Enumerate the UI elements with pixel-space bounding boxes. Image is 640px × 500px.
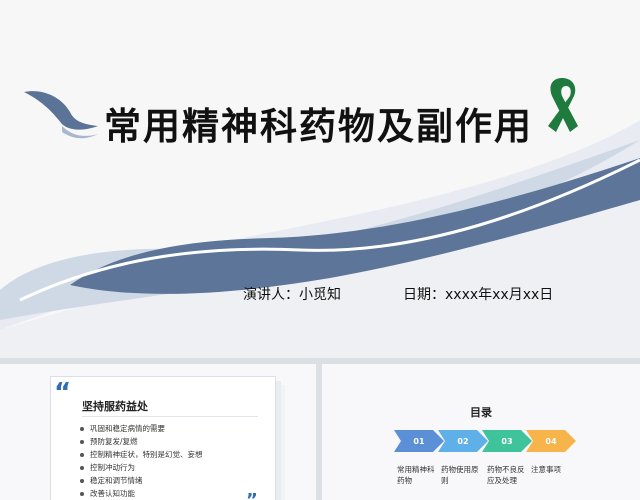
list-item: 控制精神症状，特别是幻觉、妄想 <box>80 448 203 461</box>
toc-step-04-chevron: 04 <box>526 430 576 452</box>
presenter-label: 演讲人：小觅知 <box>243 287 341 303</box>
list-item: 稳定和调节情绪 <box>80 474 203 487</box>
wave-decoration <box>0 120 640 358</box>
title-slide[interactable]: 常用精神科药物及副作用 演讲人：小觅知 日期：xxxx年xx月xx日 <box>0 0 640 358</box>
toc-step-01-chevron: 01 <box>394 430 444 452</box>
quote-open-icon: “ <box>54 378 72 408</box>
divider <box>82 416 258 417</box>
bullet-icon <box>80 426 84 431</box>
green-ribbon-icon <box>548 78 578 132</box>
toc-step-01-label: 常用精神科药物 <box>397 465 435 485</box>
toc-step-03-chevron: 03 <box>482 430 532 452</box>
toc-step-04-label: 注意事项 <box>531 465 561 474</box>
bullet-icon <box>80 452 84 457</box>
slide-thumbnail-toc[interactable]: 目录 01 02 03 04 常用精神科药物 药物使用原则 药物不良反应及处理 … <box>322 364 640 500</box>
toc-title: 目录 <box>470 406 492 419</box>
bullet-icon <box>80 491 84 496</box>
benefits-list: 巩固和稳定病情的需要 预防复发/复燃 控制精神症状，特别是幻觉、妄想 控制冲动行… <box>80 422 203 500</box>
list-item: 巩固和稳定病情的需要 <box>80 422 203 435</box>
quote-close-icon: ” <box>246 492 258 500</box>
toc-step-02-chevron: 02 <box>438 430 488 452</box>
list-item: 改善认知功能 <box>80 487 203 500</box>
bullet-icon <box>80 478 84 483</box>
toc-step-03-label: 药物不良反应及处理 <box>487 465 525 485</box>
slide-thumbnail-benefits[interactable]: “ 坚持服药益处 巩固和稳定病情的需要 预防复发/复燃 控制精神症状，特别是幻觉… <box>0 364 316 500</box>
toc-step-02-label: 药物使用原则 <box>441 465 479 485</box>
date-label: 日期：xxxx年xx月xx日 <box>403 287 554 303</box>
list-item: 控制冲动行为 <box>80 461 203 474</box>
benefits-title: 坚持服药益处 <box>82 400 148 413</box>
page-title: 常用精神科药物及副作用 <box>104 105 533 148</box>
bird-logo-icon <box>24 91 98 139</box>
list-item: 预防复发/复燃 <box>80 435 203 448</box>
bullet-icon <box>80 439 84 444</box>
bullet-icon <box>80 465 84 470</box>
